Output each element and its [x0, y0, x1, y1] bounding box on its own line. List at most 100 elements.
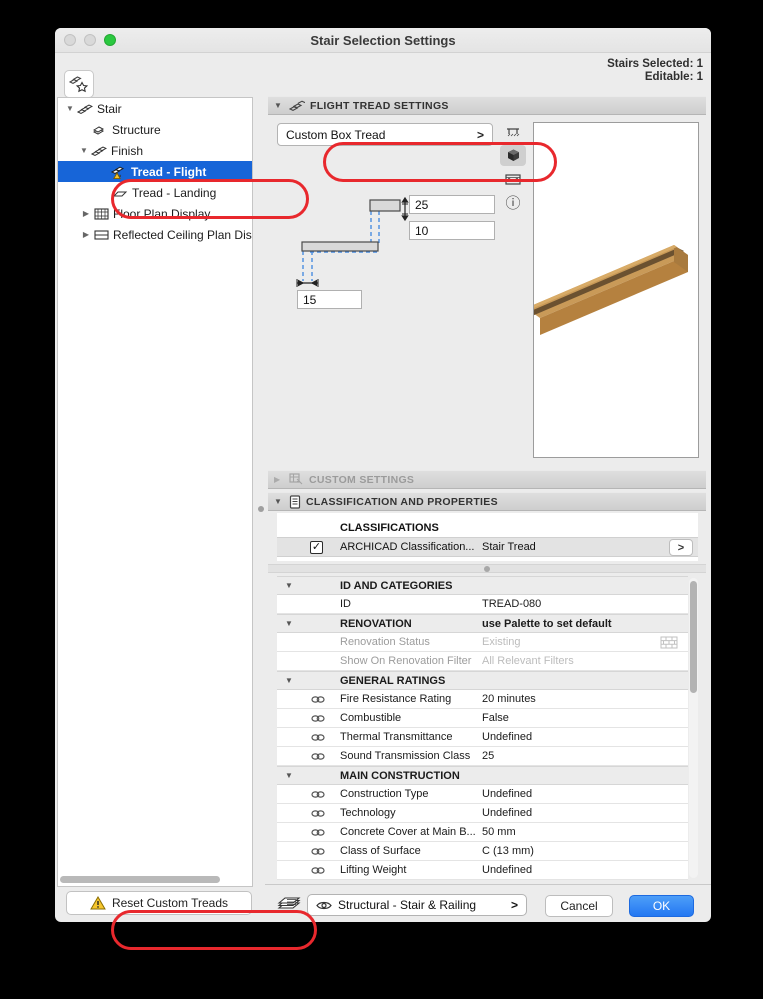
property-group-row[interactable]: ▼ RENOVATION use Palette to set default — [277, 614, 688, 633]
tread-3d-preview[interactable] — [533, 122, 699, 458]
property-group-row[interactable]: ▼ ID AND CATEGORIES — [277, 576, 688, 595]
ok-button[interactable]: OK — [629, 895, 694, 917]
property-value[interactable]: 25 — [482, 750, 688, 762]
tread-riser-offset-input[interactable] — [409, 221, 495, 240]
tree-item-stair[interactable]: ▼ Stair — [58, 98, 252, 119]
custom-settings-header[interactable]: ▶ CUSTOM SETTINGS — [268, 470, 706, 489]
tree-item-finish[interactable]: ▼ Finish — [58, 140, 252, 161]
info-button[interactable]: ⓘ — [500, 193, 526, 214]
property-label: ID — [340, 598, 351, 610]
property-label: Thermal Transmittance — [340, 731, 453, 743]
property-row[interactable]: Fire Resistance Rating 20 minutes — [277, 690, 688, 709]
property-value: Existing — [482, 636, 521, 648]
titlebar[interactable]: Stair Selection Settings — [55, 28, 711, 53]
tree-item-tread-flight[interactable]: Tread - Flight — [58, 161, 252, 182]
property-row[interactable]: Thermal Transmittance Undefined — [277, 728, 688, 747]
properties-scrollbar[interactable] — [689, 578, 698, 878]
scrollbar-thumb[interactable] — [60, 876, 220, 883]
document-icon — [289, 494, 301, 509]
tree-horizontal-scrollbar[interactable] — [60, 876, 250, 883]
property-row[interactable]: Class of Surface C (13 mm) — [277, 842, 688, 861]
tread-type-dropdown[interactable]: Custom Box Tread > — [277, 123, 493, 146]
tree-item-floor-plan-display[interactable]: ▶ Floor Plan Display — [58, 203, 252, 224]
close-icon[interactable] — [64, 34, 76, 46]
annotation-circle-reset-button — [111, 910, 317, 950]
property-value[interactable]: Undefined — [482, 731, 688, 743]
stairs-selected-count: Stairs Selected: 1 — [607, 58, 703, 70]
property-row[interactable]: Concrete Cover at Main B... 50 mm — [277, 823, 688, 842]
property-row[interactable]: ID TREAD-080 — [277, 595, 688, 614]
tree-item-label: Stair — [97, 101, 122, 116]
finish-icon — [90, 144, 108, 158]
property-value[interactable]: Undefined — [482, 807, 688, 819]
collapse-triangle-icon[interactable]: ▼ — [285, 619, 293, 628]
collapse-triangle-icon[interactable]: ▼ — [285, 581, 293, 590]
tread-3d-render — [534, 245, 688, 335]
group-label: GENERAL RATINGS — [340, 674, 446, 687]
property-value[interactable]: Undefined — [482, 864, 688, 876]
favorites-button[interactable] — [64, 70, 94, 98]
chevron-right-icon: > — [510, 898, 518, 912]
cancel-button[interactable]: Cancel — [545, 895, 613, 917]
stair-selection-settings-dialog: Stair Selection Settings Stairs Selected… — [55, 28, 711, 950]
property-row[interactable]: Technology Undefined — [277, 804, 688, 823]
reset-custom-treads-button[interactable]: Reset Custom Treads — [66, 891, 252, 915]
collapse-triangle-icon[interactable]: ▼ — [285, 771, 293, 780]
custom-settings-icon — [289, 473, 303, 485]
tread-thickness-input[interactable] — [409, 195, 495, 214]
reset-custom-treads-label: Reset Custom Treads — [111, 896, 229, 910]
tree-panel: ▼ Stair Structure ▼ Finish Tread - Fligh… — [57, 97, 253, 887]
expand-triangle-icon[interactable]: ▶ — [274, 475, 284, 484]
property-value[interactable]: TREAD-080 — [482, 598, 688, 610]
tree-item-label: Structure — [112, 122, 161, 137]
flight-tread-settings-header[interactable]: ▼ FLIGHT TREAD SETTINGS — [268, 96, 706, 115]
classification-more-button[interactable]: > — [669, 539, 693, 556]
property-value[interactable]: C (13 mm) — [482, 845, 688, 857]
property-row[interactable]: Show On Renovation Filter All Relevant F… — [277, 652, 688, 671]
collapse-triangle-icon[interactable]: ▼ — [64, 104, 76, 113]
property-row[interactable]: Combustible False — [277, 709, 688, 728]
collapse-triangle-icon[interactable]: ▼ — [274, 101, 284, 110]
property-row[interactable]: Lifting Weight Undefined — [277, 861, 688, 880]
collapse-triangle-icon[interactable]: ▼ — [274, 497, 284, 506]
layer-dropdown[interactable]: Structural - Stair & Railing > — [307, 894, 527, 916]
classification-properties-header[interactable]: ▼ CLASSIFICATION AND PROPERTIES — [268, 492, 706, 511]
expand-triangle-icon[interactable]: ▶ — [80, 209, 92, 218]
scrollbar-thumb[interactable] — [690, 581, 697, 693]
tree-item-tread-landing[interactable]: Tread - Landing — [58, 182, 252, 203]
link-icon — [311, 714, 325, 723]
renovation-brick-icon — [660, 636, 678, 649]
preview-3d-button[interactable] — [500, 145, 526, 166]
property-label: Renovation Status — [340, 636, 430, 648]
tread-nosing-input[interactable] — [297, 290, 362, 309]
property-value[interactable]: 20 minutes — [482, 693, 688, 705]
section-preview-button[interactable] — [500, 169, 526, 190]
layers-icon — [277, 894, 301, 914]
minimize-icon[interactable] — [84, 34, 96, 46]
table-splitter[interactable] — [268, 564, 706, 573]
classification-row[interactable]: ✓ ARCHICAD Classification... Stair Tread… — [277, 537, 698, 557]
property-value[interactable]: 50 mm — [482, 826, 688, 838]
collapse-triangle-icon[interactable]: ▼ — [78, 146, 90, 155]
property-value[interactable]: Undefined — [482, 788, 688, 800]
property-row[interactable]: Construction Type Undefined — [277, 785, 688, 804]
property-label: Technology — [340, 807, 396, 819]
collapse-triangle-icon[interactable]: ▼ — [285, 676, 293, 685]
property-row[interactable]: Sound Transmission Class 25 — [277, 747, 688, 766]
property-row[interactable]: Renovation Status Existing — [277, 633, 688, 652]
property-group-row[interactable]: ▼ GENERAL RATINGS — [277, 671, 688, 690]
film-strip-icon — [505, 174, 521, 185]
link-icon — [311, 695, 325, 704]
footer-divider — [265, 884, 711, 885]
tree-item-reflected-ceiling[interactable]: ▶ Reflected Ceiling Plan Displ — [58, 224, 252, 245]
classification-checkbox[interactable]: ✓ — [310, 541, 323, 554]
tree-item-label: Finish — [111, 143, 144, 158]
plan-preview-button[interactable] — [500, 121, 526, 142]
zoom-icon[interactable] — [104, 34, 116, 46]
expand-triangle-icon[interactable]: ▶ — [80, 230, 92, 239]
screen-background: Stair Selection Settings Stairs Selected… — [0, 0, 763, 999]
property-value[interactable]: False — [482, 712, 688, 724]
panel-splitter-handle[interactable] — [258, 506, 264, 512]
tree-item-structure[interactable]: Structure — [58, 119, 252, 140]
property-group-row[interactable]: ▼ MAIN CONSTRUCTION — [277, 766, 688, 785]
